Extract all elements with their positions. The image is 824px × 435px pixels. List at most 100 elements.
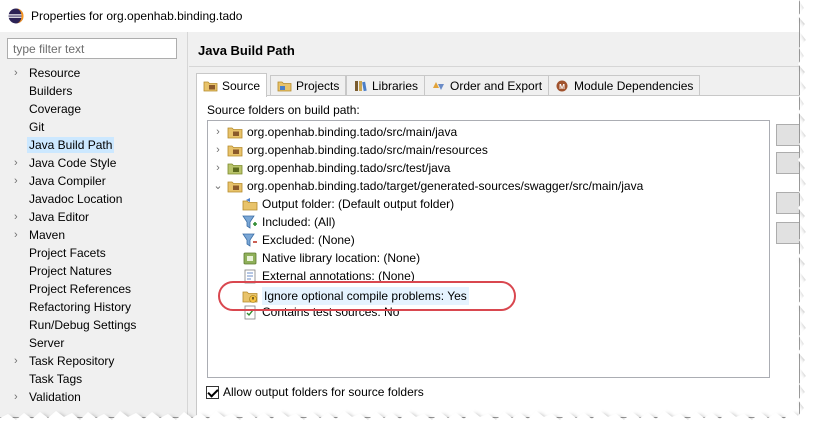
exclude-filter-icon (242, 233, 257, 247)
sidebar-item[interactable]: › Java Compiler (10, 172, 185, 190)
sidebar-item-label: Java Build Path (27, 137, 115, 153)
sidebar-item-label: Task Repository (29, 354, 115, 368)
source-folders-label: Source folders on build path: (207, 103, 360, 117)
allow-output-folders-checkbox[interactable] (206, 385, 219, 399)
sidebar-item[interactable]: › Task Repository (10, 352, 185, 370)
svg-text:M: M (559, 84, 565, 91)
page-title: Java Build Path (198, 43, 295, 58)
header-separator (189, 66, 799, 67)
package-folder-icon (227, 145, 243, 156)
tab-libraries[interactable]: Libraries (346, 75, 426, 96)
folder-label: org.openhab.binding.tado/src/main/resour… (247, 143, 488, 157)
tab-source[interactable]: Source (196, 73, 268, 97)
folder-row[interactable]: ⌄ org.openhab.binding.tado/target/genera… (212, 177, 643, 195)
title-bar: Properties for org.openhab.binding.tado (0, 0, 799, 32)
tab-projects[interactable]: Projects (270, 75, 347, 96)
chevron-down-icon[interactable]: ⌄ (212, 177, 224, 195)
sidebar-item-label: Java Code Style (29, 156, 117, 170)
folder-row[interactable]: › org.openhab.binding.tado/src/main/java (212, 123, 457, 141)
sidebar-item-label: Refactoring History (29, 300, 132, 314)
eclipse-logo-icon (8, 8, 24, 24)
window-title: Properties for org.openhab.binding.tado (31, 9, 243, 23)
native-library-icon (243, 252, 257, 264)
include-filter-icon (242, 215, 257, 229)
allow-output-folders-label: Allow output folders for source folders (223, 385, 424, 399)
sidebar-item-label: Maven (29, 228, 66, 242)
edit-button[interactable] (776, 192, 799, 214)
sidebar-item-label: Project References (29, 282, 132, 296)
sidebar-item-label: Server (29, 336, 65, 350)
attribute-row[interactable]: Native library location: (None) (242, 249, 420, 267)
test-sources-icon (244, 305, 256, 319)
sidebar-item-label: Builders (29, 84, 73, 98)
sidebar-item[interactable]: › Maven (10, 226, 185, 244)
chevron-right-icon[interactable]: › (14, 226, 18, 244)
allow-output-folders-option[interactable]: Allow output folders for source folders (206, 385, 424, 399)
chevron-right-icon[interactable]: › (14, 208, 18, 226)
sidebar-item-label: Validation (29, 390, 81, 404)
chevron-right-icon[interactable]: › (14, 64, 18, 82)
folder-row[interactable]: › org.openhab.binding.tado/src/main/reso… (212, 141, 488, 159)
source-folders-tree[interactable]: › org.openhab.binding.tado/src/main/java… (207, 120, 770, 378)
attribute-row[interactable]: Output folder: (Default output folder) (242, 195, 454, 213)
tab-module-dependencies[interactable]: M Module Dependencies (548, 75, 701, 96)
attribute-row[interactable]: External annotations: (None) (242, 267, 415, 285)
sidebar-item[interactable]: Java Build Path (10, 136, 185, 154)
folder-label: org.openhab.binding.tado/target/generate… (247, 179, 644, 193)
sidebar-item-label: Task Tags (29, 372, 83, 386)
sidebar-item-label: Java Compiler (29, 174, 106, 188)
folder-label: org.openhab.binding.tado/src/main/java (247, 125, 458, 139)
sidebar-item-label: Coverage (29, 102, 82, 116)
package-folder-icon (227, 181, 243, 192)
chevron-right-icon[interactable]: › (212, 141, 224, 159)
sidebar-item[interactable]: Task Tags (10, 370, 185, 388)
attribute-row[interactable]: Contains test sources: No (242, 303, 399, 321)
sidebar-item-label: Run/Debug Settings (29, 318, 137, 332)
sidebar-item[interactable]: › Java Code Style (10, 154, 185, 172)
sidebar-item[interactable]: › Validation (10, 388, 185, 406)
ignore-problems-icon (242, 291, 258, 303)
sidebar-item[interactable]: Javadoc Location (10, 190, 185, 208)
sidebar-item[interactable]: Git (10, 118, 185, 136)
sidebar-item-label: Javadoc Location (29, 192, 123, 206)
folder-row[interactable]: › org.openhab.binding.tado/src/test/java (212, 159, 450, 177)
sidebar-item[interactable]: Project References (10, 280, 185, 298)
sidebar-item[interactable]: Refactoring History (10, 298, 185, 316)
filter-input[interactable] (7, 38, 177, 59)
preference-tree: › Resource Builders Coverage Git Java Build P… (10, 64, 185, 406)
annotations-icon (244, 269, 256, 283)
chevron-right-icon[interactable]: › (14, 172, 18, 190)
sidebar-item[interactable]: › Resource (10, 64, 185, 82)
chevron-right-icon[interactable]: › (14, 352, 18, 370)
source-folder-icon (203, 81, 218, 91)
splitter[interactable] (187, 32, 188, 417)
sidebar-item[interactable]: Project Facets (10, 244, 185, 262)
projects-icon (277, 81, 292, 92)
sidebar-item[interactable]: Server (10, 334, 185, 352)
sidebar-item[interactable]: › Java Editor (10, 208, 185, 226)
properties-dialog: Properties for org.openhab.binding.tado … (0, 0, 800, 418)
chevron-right-icon[interactable]: › (14, 154, 18, 172)
chevron-right-icon[interactable]: › (14, 388, 18, 406)
attribute-row[interactable]: Excluded: (None) (242, 231, 355, 249)
package-folder-icon (227, 127, 243, 138)
attribute-row[interactable]: Included: (All) (242, 213, 335, 231)
chevron-right-icon[interactable]: › (212, 123, 224, 141)
link-source-button[interactable] (776, 152, 799, 174)
sidebar-item[interactable]: Run/Debug Settings (10, 316, 185, 334)
test-folder-icon (227, 163, 243, 174)
sidebar-item[interactable]: Coverage (10, 100, 185, 118)
sidebar-item-label: Resource (29, 66, 81, 80)
order-export-icon (433, 82, 444, 90)
sidebar-item[interactable]: Builders (10, 82, 185, 100)
add-folder-button[interactable] (776, 124, 799, 146)
chevron-right-icon[interactable]: › (212, 159, 224, 177)
sidebar-item[interactable]: Project Natures (10, 262, 185, 280)
module-icon: M (556, 80, 568, 92)
remove-button[interactable] (776, 222, 799, 244)
sidebar-item-label: Java Editor (29, 210, 90, 224)
sidebar-item-label: Project Facets (29, 246, 106, 260)
sidebar-item-label: Project Natures (29, 264, 112, 278)
tab-order-and-export[interactable]: Order and Export (424, 75, 550, 96)
output-folder-icon (242, 197, 258, 210)
